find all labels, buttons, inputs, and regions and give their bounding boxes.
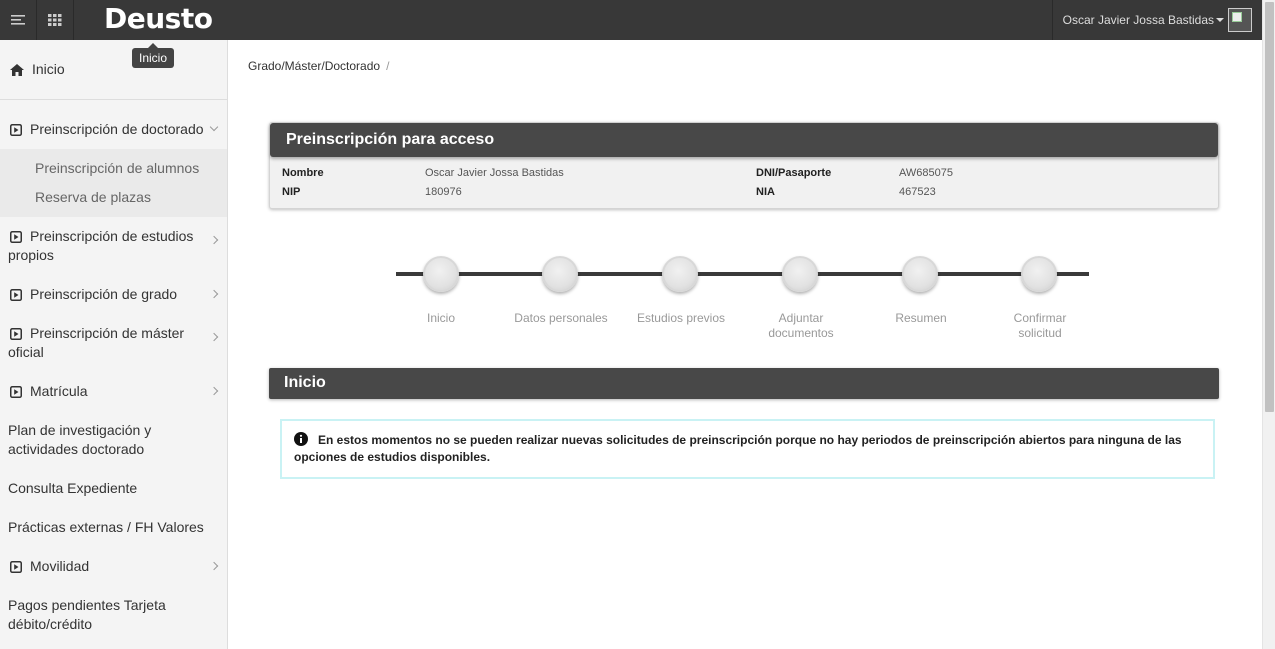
panel-title: Preinscripción para acceso: [270, 123, 1218, 157]
sidebar-subitem-reserva[interactable]: Reserva de plazas: [0, 188, 151, 207]
step-4-circle[interactable]: [782, 256, 818, 292]
user-name[interactable]: Oscar Javier Jossa Bastidas: [1063, 13, 1214, 27]
divider: [0, 99, 227, 100]
sidebar-subitem-alumnos[interactable]: Preinscripción de alumnos: [0, 159, 199, 178]
sidebar-item-consulta-expediente[interactable]: Consulta Expediente: [0, 479, 227, 498]
info-alert: En estos momentos no se pueden realizar …: [280, 419, 1215, 479]
play-square-icon: [10, 561, 22, 573]
sidebar-item-matricula[interactable]: Matrícula: [0, 382, 227, 401]
step-2-label: Datos personales: [514, 311, 608, 325]
sidebar-item-label: Preinscripción de grado: [30, 286, 178, 302]
sidebar-item-label: Preinscripción de estudios propios: [8, 228, 194, 263]
home-icon: [10, 64, 24, 76]
nip-label: NIP: [282, 186, 301, 198]
breadcrumb-item[interactable]: Grado/Máster/Doctorado: [248, 59, 380, 73]
sidebar-item-label: Movilidad: [30, 558, 90, 574]
alert-message: En estos momentos no se pueden realizar …: [294, 433, 1182, 464]
hamburger-icon: [11, 15, 25, 25]
menu-toggle-button[interactable]: [0, 0, 37, 40]
dni-label: DNI/Pasaporte: [756, 167, 832, 179]
chevron-right-icon: [209, 235, 219, 245]
scrollbar-thumb[interactable]: [1265, 2, 1274, 412]
sidebar-item-plan-investigacion[interactable]: Plan de investigación y actividades doct…: [0, 421, 227, 459]
section-title: Inicio: [269, 368, 1219, 399]
play-square-icon: [10, 328, 22, 340]
nia-label: NIA: [756, 186, 775, 198]
step-3-label: Estudios previos: [636, 311, 726, 325]
breadcrumb-separator: /: [386, 59, 390, 73]
dni-value: AW685075: [899, 167, 954, 179]
top-bar: Deusto Oscar Javier Jossa Bastidas: [0, 0, 1262, 40]
nip-value: 180976: [425, 186, 462, 198]
access-info-panel: Preinscripción para acceso Nombre Oscar …: [269, 122, 1219, 209]
home-tooltip: Inicio: [132, 43, 175, 68]
sidebar-item-label: Inicio: [32, 61, 65, 77]
step-5-circle[interactable]: [902, 256, 938, 292]
chevron-right-icon: [209, 561, 219, 570]
play-square-icon: [10, 231, 22, 243]
breadcrumb: Grado/Máster/Doctorado /: [248, 59, 389, 73]
chevron-right-icon: [209, 289, 219, 298]
sidebar-item-inicio[interactable]: Inicio: [0, 60, 227, 79]
chevron-right-icon: [209, 386, 219, 395]
step-2-circle[interactable]: [542, 256, 578, 292]
user-menu[interactable]: Oscar Javier Jossa Bastidas: [1051, 0, 1262, 40]
brand-logo[interactable]: Deusto: [104, 2, 213, 35]
step-5-label: Resumen: [895, 311, 947, 325]
grid-icon: [48, 14, 62, 26]
nombre-label: Nombre: [282, 167, 324, 179]
nia-value: 467523: [899, 186, 936, 198]
step-4-label: Adjuntar documentos: [768, 311, 834, 340]
play-square-icon: [10, 289, 22, 301]
sidebar-item-estudios-propios[interactable]: Preinscripción de estudios propios: [0, 227, 227, 265]
sidebar-item-label: Preinscripción de máster oficial: [8, 325, 185, 360]
sidebar-item-label: Preinscripción de doctorado: [30, 121, 204, 137]
play-square-icon: [10, 386, 22, 398]
steps-track: [396, 272, 1089, 276]
sidebar-item-practicas[interactable]: Prácticas externas / FH Valores: [0, 518, 227, 537]
step-1-label: Inicio: [426, 311, 455, 325]
sidebar-item-label: Matrícula: [30, 383, 88, 399]
sidebar-item-movilidad[interactable]: Movilidad: [0, 557, 227, 576]
page-scrollbar[interactable]: [1262, 0, 1275, 649]
sidebar-item-grado[interactable]: Preinscripción de grado: [0, 285, 227, 304]
info-icon: [294, 432, 308, 446]
step-3-circle[interactable]: [662, 256, 698, 292]
chevron-down-icon: [209, 122, 219, 131]
chevron-right-icon: [209, 332, 219, 342]
avatar[interactable]: [1228, 8, 1252, 32]
caret-down-icon[interactable]: [1216, 18, 1224, 22]
submenu-doctorado: Preinscripción de alumnos Reserva de pla…: [0, 149, 227, 217]
play-square-icon: [10, 124, 22, 136]
sidebar-item-pagos[interactable]: Pagos pendientes Tarjeta débito/crédito: [0, 596, 227, 634]
step-6-circle[interactable]: [1021, 256, 1057, 292]
sidebar-item-preinscripcion-doctorado[interactable]: Preinscripción de doctorado: [0, 120, 227, 139]
sidebar-item-master[interactable]: Preinscripción de máster oficial: [0, 324, 227, 362]
apps-button[interactable]: [37, 0, 74, 40]
step-1-circle[interactable]: [423, 256, 459, 292]
sidebar: Inicio Preinscripción de doctorado Prein…: [0, 40, 228, 649]
step-6-label: Confirmar solicitud: [1013, 311, 1067, 340]
nombre-value: Oscar Javier Jossa Bastidas: [425, 167, 564, 179]
